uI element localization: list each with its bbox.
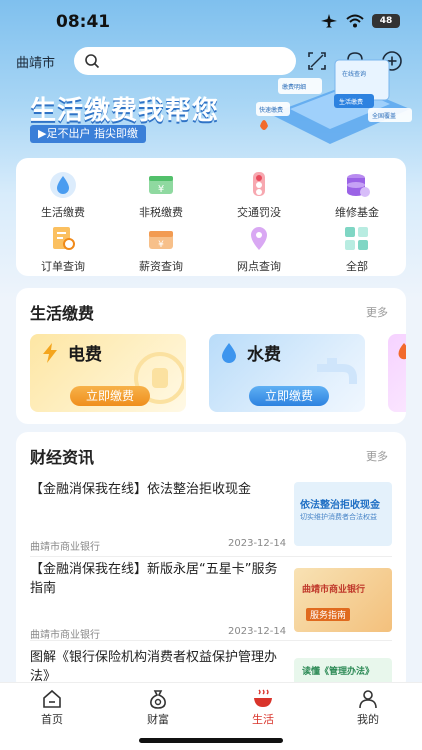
flame-icon <box>398 343 406 360</box>
banner-illustration: 在线查询 缴费明细 快速缴费 全国覆盖 生活缴费 <box>256 59 412 144</box>
city-selector[interactable]: 曲靖市 <box>16 52 55 71</box>
life-pay-title: 生活缴费 <box>30 304 95 323</box>
news-divider <box>30 640 392 641</box>
news-section-title: 财经资讯 <box>30 448 95 467</box>
status-bar: 08:41 48 <box>0 0 422 44</box>
svg-text:全国覆盖: 全国覆盖 <box>372 112 396 120</box>
finance-news-section: 财经资讯 更多 【金融消保我在线】依法整治拒收现金 曲靖市商业银行 2023-1… <box>16 432 406 692</box>
yuan-wallet-icon: ¥ <box>149 176 173 195</box>
tab-mine[interactable]: 我的 <box>338 689 398 727</box>
money-bag-icon <box>150 690 166 709</box>
news-source: 曲靖市商业银行 <box>30 542 100 553</box>
water-tile[interactable]: 水费 立即缴费 <box>209 334 365 412</box>
menu-item-all[interactable]: 全部 <box>322 224 392 274</box>
svg-text:生活缴费: 生活缴费 <box>339 98 363 106</box>
order-search-icon <box>53 227 75 250</box>
news-title: 图解《银行保险机构消费者权益保护管理办法》 <box>30 650 278 684</box>
menu-item-repair-fund[interactable]: 维修基金 <box>322 170 392 220</box>
location-pin-icon <box>251 227 267 250</box>
search-icon <box>85 54 100 69</box>
news-date: 2023-12-14 <box>228 538 287 549</box>
news-item[interactable]: 【金融消保我在线】依法整治拒收现金 曲靖市商业银行 2023-12-14 依法整… <box>30 480 392 554</box>
svg-text:快速缴费: 快速缴费 <box>259 106 283 114</box>
news-source: 曲靖市商业银行 <box>30 630 100 641</box>
menu-item-order-query[interactable]: 订单查询 <box>28 224 98 274</box>
news-item[interactable]: 【金融消保我在线】新版永居“五星卡”服务指南 曲靖市商业银行 2023-12-1… <box>30 560 392 641</box>
tab-home[interactable]: 首页 <box>22 689 82 727</box>
news-date: 2023-12-14 <box>228 626 287 637</box>
banner-title: 生活缴费我帮您 <box>30 96 220 126</box>
menu-item-branch-query[interactable]: 网点查询 <box>224 224 294 274</box>
menu-item-traffic[interactable]: 交通罚没 <box>224 170 294 220</box>
airplane-icon <box>321 14 337 28</box>
life-pay-section: 生活缴费 更多 电费 立即缴费 水费 立即缴费 <box>16 288 406 424</box>
status-icons: 48 <box>320 14 400 28</box>
lightning-icon <box>43 343 57 363</box>
banner-subtitle: ▶足不出户 指尖即缴 <box>30 125 146 143</box>
battery-icon: 48 <box>372 14 400 28</box>
news-title: 【金融消保我在线】依法整治拒收现金 <box>30 482 252 497</box>
water-pay-button[interactable]: 立即缴费 <box>249 386 329 406</box>
home-indicator <box>139 738 283 743</box>
home-icon <box>43 689 61 708</box>
electricity-label: 电费 <box>68 345 102 365</box>
menu-item-salary[interactable]: ¥ 薪资查询 <box>126 224 196 274</box>
tab-life[interactable]: 生活 <box>233 689 293 727</box>
salary-icon: ¥ <box>149 231 173 250</box>
menu-item-life-pay[interactable]: 生活缴费 <box>28 170 98 220</box>
status-time: 08:41 <box>56 12 111 32</box>
water-drop-icon <box>222 343 236 363</box>
news-divider <box>30 556 392 557</box>
svg-text:¥: ¥ <box>158 240 164 250</box>
electricity-tile[interactable]: 电费 立即缴费 <box>30 334 186 412</box>
svg-text:缴费明细: 缴费明细 <box>282 83 306 91</box>
hotpot-icon <box>254 689 272 707</box>
tab-wealth[interactable]: 财富 <box>128 689 188 727</box>
wifi-icon <box>346 14 364 28</box>
water-label: 水费 <box>247 345 281 365</box>
menu-item-non-tax[interactable]: ¥ 非税缴费 <box>126 170 196 220</box>
news-thumbnail: 依法整治拒收现金 切实维护消费者合法权益 <box>294 482 392 546</box>
service-menu: 生活缴费 ¥ 非税缴费 交通罚没 维修基金 订单查询 ¥ 薪资查询 网点查询 全… <box>16 158 406 276</box>
news-title: 【金融消保我在线】新版永居“五星卡”服务指南 <box>30 562 278 596</box>
traffic-light-icon <box>253 172 265 196</box>
next-service-tile[interactable] <box>388 334 406 412</box>
life-pay-more-link[interactable]: 更多 <box>366 304 388 320</box>
svg-text:在线查询: 在线查询 <box>342 70 366 78</box>
grid-icon <box>345 227 368 250</box>
news-more-link[interactable]: 更多 <box>366 448 388 464</box>
person-icon <box>359 690 377 709</box>
drop-icon <box>50 172 76 198</box>
electricity-pay-button[interactable]: 立即缴费 <box>70 386 150 406</box>
coin-stack-icon <box>347 174 370 197</box>
news-thumbnail: 曲靖市商业银行 服务指南 <box>294 568 392 632</box>
svg-text:¥: ¥ <box>158 184 164 195</box>
promo-banner[interactable]: 生活缴费我帮您 ▶足不出户 指尖即缴 在线查询 缴费明细 快速缴费 全国覆盖 生… <box>0 59 422 160</box>
